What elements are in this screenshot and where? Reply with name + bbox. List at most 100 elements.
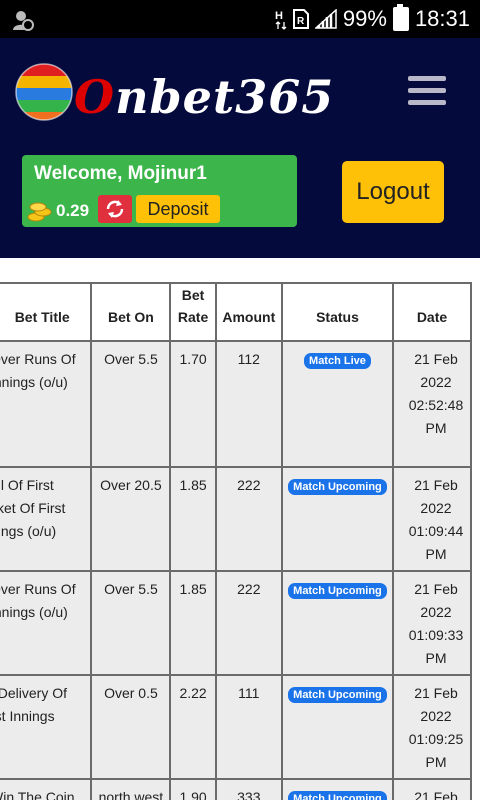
bet-title-line: cket Of First [0,500,66,516]
date-line: 21 Feb [414,351,458,367]
cell-date: 21 Feb 2022 02:52:48 PM [392,340,472,468]
logo-rest: nbet365 [115,70,335,124]
header-date: Date [392,282,472,342]
date-line: 21 Feb [414,581,458,597]
header-bet-on: Bet On [90,282,172,342]
cell-date: 21 Feb 2022 01:09:44 PM [392,466,472,572]
cell-bet-on: Over 20.5 [90,466,172,572]
date-line: 2022 [420,374,452,390]
cell-bet-title: all Of First cket Of First nings (o/u) [0,466,93,572]
site-logo[interactable]: Onbet365 [14,58,333,128]
bet-title-line: Over Runs Of [0,581,76,597]
header-bet-rate: Bet Rate [169,282,217,342]
cell-status: Match Live [280,340,395,468]
cell-status: Match Upcoming [280,674,395,780]
date-line: PM [425,754,447,770]
bet-title-line: Win The Coin [0,789,75,800]
welcome-panel: Welcome, Mojinur1 0.29 Deposit [22,155,297,227]
cell-bet-on: Over 0.5 [90,674,172,780]
bets-table: Bet Title Bet On Bet Rate Amount Status … [0,282,472,800]
header-status: Status [280,282,395,342]
refresh-balance-button[interactable] [98,195,132,223]
striped-ball-icon [15,63,73,121]
bet-title-line: Innings (o/u) [0,374,68,390]
cell-bet-title: t Delivery Of rst Innings [0,674,93,780]
cell-bet-rate: 2.22 [169,674,217,780]
cell-bet-rate: 1.85 [169,466,217,572]
signal-icon [314,9,337,29]
cell-amount: 111 [214,674,283,780]
app-header: Onbet365 Welcome, Mojinur1 0.29 Deposit … [0,38,480,258]
date-line: 21 Feb [414,685,458,701]
date-line: 02:52:48 [408,397,464,413]
coins-icon [27,202,52,222]
cell-bet-on: Over 5.5 [90,340,172,468]
cell-amount: 333 [214,778,283,800]
svg-text:R: R [297,16,305,27]
cell-bet-title: Over Runs Of Innings (o/u) [0,570,93,676]
cell-bet-title: Over Runs Of Innings (o/u) [0,340,93,468]
logout-button[interactable]: Logout [342,161,444,223]
date-line: 2022 [420,604,452,620]
cell-amount: 222 [214,466,283,572]
date-line: 01:09:33 [408,627,464,643]
header-bet-title: Bet Title [0,282,93,342]
bets-content: Bet Title Bet On Bet Rate Amount Status … [0,258,480,800]
cell-bet-on: north west [90,778,172,800]
status-badge: Match Upcoming [288,479,387,495]
cell-bet-rate: 1.85 [169,570,217,676]
table-row: t Delivery Of rst Innings Over 0.52.22111 M… [0,674,472,780]
cell-date: 21 Feb [392,778,472,800]
deposit-button[interactable]: Deposit [136,195,220,223]
bet-title-line: all Of First [0,477,54,493]
table-row: Win The Coin north west1.90333 Match Upcom… [0,778,472,800]
refresh-icon [106,200,124,218]
date-line: PM [425,546,447,562]
status-badge: Match Upcoming [288,687,387,703]
clock: 18:31 [414,6,470,31]
status-badge: Match Upcoming [288,583,387,599]
bet-title-line: Over Runs Of [0,351,76,367]
cell-date: 21 Feb 2022 01:09:33 PM [392,570,472,676]
table-row: all Of First cket Of First nings (o/u) Over… [0,466,472,572]
cell-bet-rate: 1.90 [169,778,217,800]
status-badge: Match Upcoming [288,791,387,800]
logo-letter-o: O [74,70,116,124]
header-amount: Amount [214,282,283,342]
cell-amount: 222 [214,570,283,676]
date-line: 21 Feb [414,789,458,800]
cell-amount: 112 [214,340,283,468]
cell-status: Match Upcoming [280,570,395,676]
date-line: 01:09:44 [408,523,464,539]
bet-title-line: t Delivery Of [0,685,68,701]
bet-title-line: nings (o/u) [0,523,57,539]
table-row: Over Runs Of Innings (o/u) Over 5.51.85222… [0,570,472,676]
network-h-icon: H [275,10,287,30]
status-bar-right: H R 99% 18:31 [275,0,470,38]
svg-text:H: H [275,10,283,22]
menu-icon[interactable] [408,76,446,106]
status-badge: Match Live [304,353,371,369]
header-bet-rate-label: Bet Rate [177,287,209,325]
cell-date: 21 Feb 2022 01:09:25 PM [392,674,472,780]
table-row: Over Runs Of Innings (o/u) Over 5.51.70112… [0,340,472,468]
date-line: 2022 [420,500,452,516]
date-line: 21 Feb [414,477,458,493]
cell-bet-rate: 1.70 [169,340,217,468]
welcome-text: Welcome, Mojinur1 [34,163,207,184]
logo-text: Onbet365 [74,70,334,124]
bet-title-line: Innings (o/u) [0,604,68,620]
status-bar: H R 99% 18:31 [0,0,480,38]
date-line: 01:09:25 [408,731,464,747]
cell-bet-on: Over 5.5 [90,570,172,676]
account-sync-icon [13,11,34,31]
sim-icon: R [292,9,309,29]
cell-status: Match Upcoming [280,466,395,572]
date-line: 2022 [420,708,452,724]
cell-status: Match Upcoming [280,778,395,800]
battery-icon [392,4,409,31]
date-line: PM [425,420,447,436]
battery-percent: 99% [342,6,387,31]
cell-bet-title: Win The Coin [0,778,93,800]
date-line: PM [425,650,447,666]
